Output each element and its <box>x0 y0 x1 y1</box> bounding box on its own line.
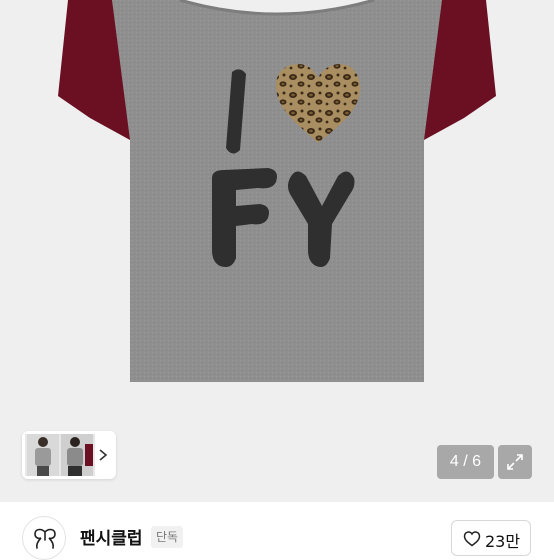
product-image <box>0 0 554 420</box>
product-gallery[interactable]: 4 / 6 <box>0 0 554 502</box>
shop-logo[interactable] <box>22 516 66 560</box>
shop-name[interactable]: 팬시클럽 <box>80 524 143 549</box>
thumbnail-strip[interactable] <box>22 431 116 479</box>
thumbnail-image <box>25 434 95 476</box>
chevron-right-icon <box>99 449 108 461</box>
shirt-body <box>112 0 442 382</box>
like-button[interactable]: 23만 <box>451 520 531 556</box>
shop-logo-icon <box>34 528 56 549</box>
heart-outline-icon <box>463 531 481 547</box>
expand-icon <box>507 454 523 470</box>
exclusive-badge: 단독 <box>151 526 184 548</box>
expand-button[interactable] <box>498 445 532 479</box>
image-page-counter: 4 / 6 <box>437 445 494 479</box>
like-count: 23만 <box>485 532 521 551</box>
shop-info-bar: 팬시클럽 단독 23만 <box>0 502 554 560</box>
